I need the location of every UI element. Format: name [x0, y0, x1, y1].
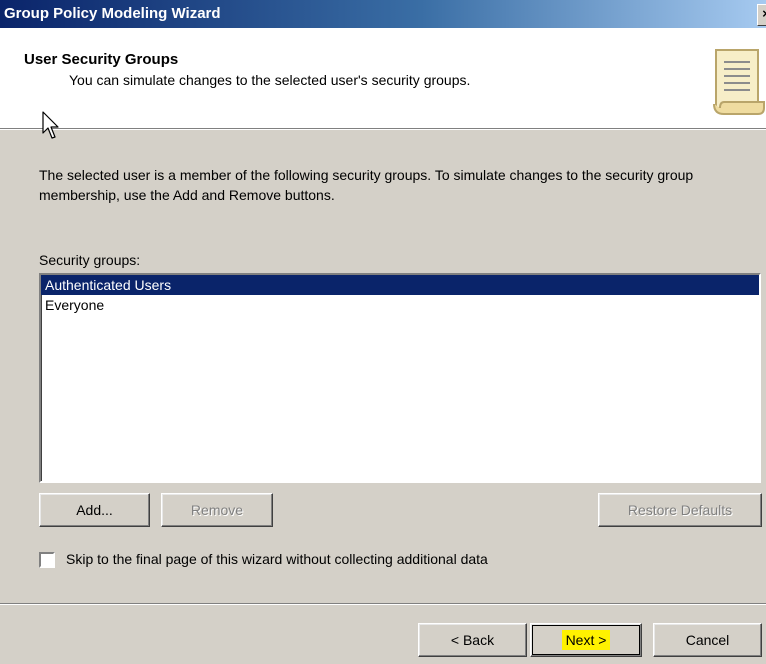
- list-item-everyone[interactable]: Everyone: [41, 295, 759, 315]
- security-groups-list[interactable]: Authenticated Users Everyone: [39, 273, 761, 483]
- back-button[interactable]: < Back: [418, 623, 527, 657]
- page-subtitle: You can simulate changes to the selected…: [69, 72, 471, 88]
- skip-checkbox-label[interactable]: Skip to the final page of this wizard wi…: [66, 551, 488, 567]
- cancel-button[interactable]: Cancel: [653, 623, 762, 657]
- security-groups-label: Security groups:: [39, 252, 141, 268]
- wizard-header: User Security Groups You can simulate ch…: [0, 28, 766, 128]
- restore-defaults-button[interactable]: Restore Defaults: [598, 493, 762, 527]
- window-title: Group Policy Modeling Wizard: [4, 5, 221, 22]
- header-divider: [0, 128, 766, 130]
- list-item-authenticated-users[interactable]: Authenticated Users: [41, 275, 759, 295]
- remove-button[interactable]: Remove: [161, 493, 273, 527]
- scroll-icon: [713, 49, 765, 115]
- next-button-label: Next >: [561, 630, 611, 650]
- mouse-cursor-icon: [42, 111, 59, 139]
- close-button[interactable]: ×: [757, 4, 766, 26]
- description-text: The selected user is a member of the fol…: [39, 167, 694, 203]
- skip-checkbox[interactable]: [39, 552, 55, 568]
- page-title: User Security Groups: [24, 51, 179, 68]
- add-button[interactable]: Add...: [39, 493, 150, 527]
- next-button[interactable]: Next >: [530, 623, 642, 657]
- title-bar: Group Policy Modeling Wizard ×: [0, 0, 766, 28]
- footer-divider: [0, 603, 766, 605]
